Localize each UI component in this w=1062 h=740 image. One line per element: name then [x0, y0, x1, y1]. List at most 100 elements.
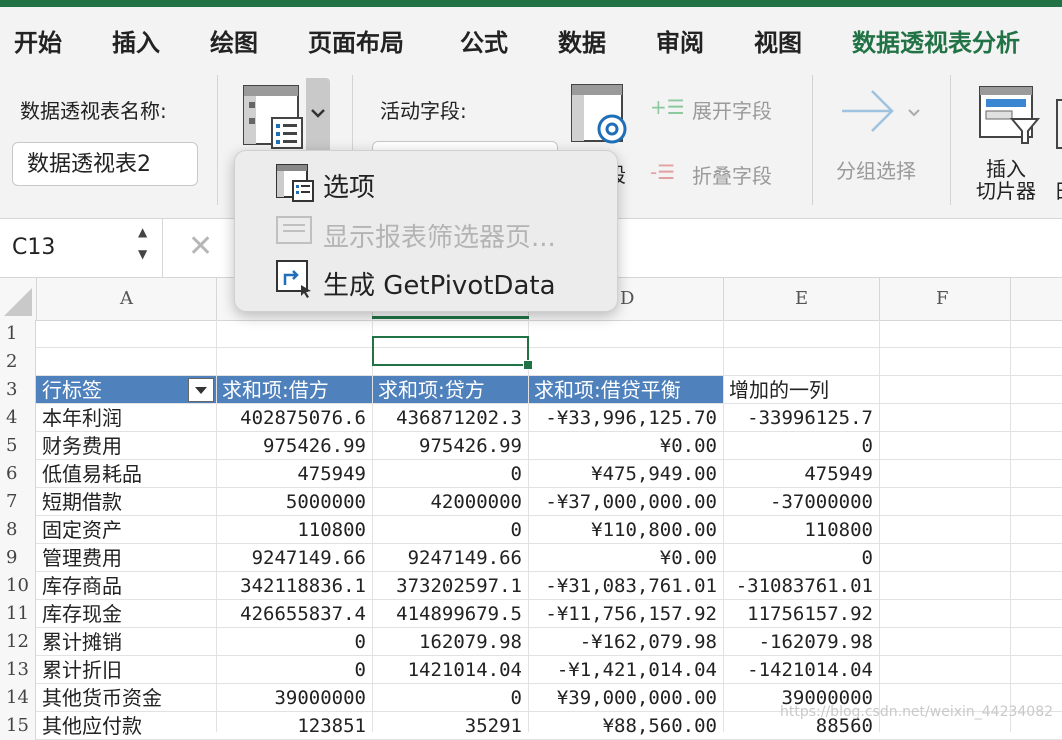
worksheet-grid[interactable]: 1 2 3 4 5 6 7 8 9 10 11 12 13 14 15 行标签 求和项:借方 求和项:贷方 求和项:… [0, 320, 1062, 740]
value-cell[interactable]: -31083761.01 [723, 572, 873, 600]
insert-slicer-button[interactable]: 插入 切片器 [972, 81, 1042, 211]
row-header[interactable]: 5 [0, 432, 36, 460]
value-cell[interactable]: -¥37,000,000.00 [528, 488, 717, 516]
tab-insert[interactable]: 插入 [112, 23, 160, 58]
value-cell[interactable]: 0 [372, 516, 522, 544]
row-label-cell[interactable]: 本年利润 [42, 404, 122, 432]
value-cell[interactable]: 373202597.1 [372, 572, 522, 600]
column-header-f[interactable]: F [936, 288, 949, 309]
row-header[interactable]: 13 [0, 656, 36, 684]
pivot-name-input[interactable]: 数据透视表2 [12, 142, 198, 186]
value-cell[interactable]: 0 [372, 684, 522, 712]
value-cell[interactable]: 162079.98 [372, 628, 522, 656]
value-cell[interactable]: 110800 [216, 516, 366, 544]
menu-item-getpivotdata[interactable]: 生成 GetPivotData [235, 255, 617, 303]
value-cell[interactable]: 475949 [723, 460, 873, 488]
value-cell[interactable]: 0 [723, 544, 873, 572]
tab-formulas[interactable]: 公式 [460, 23, 508, 58]
row-label-cell[interactable]: 库存现金 [42, 600, 122, 628]
value-cell[interactable]: -162079.98 [723, 628, 873, 656]
value-cell[interactable]: 39000000 [216, 684, 366, 712]
value-cell[interactable]: -¥31,083,761.01 [528, 572, 717, 600]
fill-handle[interactable] [523, 360, 533, 370]
row-label-cell[interactable]: 管理费用 [42, 544, 122, 572]
value-cell[interactable]: ¥39,000,000.00 [528, 684, 717, 712]
value-cell[interactable]: -¥11,756,157.92 [528, 600, 717, 628]
tab-draw[interactable]: 绘图 [210, 23, 258, 58]
row-label-cell[interactable]: 短期借款 [42, 488, 122, 516]
value-cell[interactable]: -¥162,079.98 [528, 628, 717, 656]
row-label-cell[interactable]: 低值易耗品 [42, 460, 142, 488]
value-cell[interactable]: 11756157.92 [723, 600, 873, 628]
column-header-d[interactable]: D [620, 288, 634, 309]
row-label-cell[interactable]: 固定资产 [42, 516, 122, 544]
row-header[interactable]: 10 [0, 572, 36, 600]
value-cell[interactable]: 35291 [372, 712, 522, 740]
row-labels-filter-button[interactable] [188, 378, 214, 402]
row-label-cell[interactable]: 其他应付款 [42, 712, 142, 740]
row-header[interactable]: 7 [0, 488, 36, 516]
pivot-header-balance[interactable]: 求和项:借贷平衡 [534, 376, 681, 404]
value-cell[interactable]: 123851 [216, 712, 366, 740]
value-cell[interactable]: 0 [216, 656, 366, 684]
value-cell[interactable]: 436871202.3 [372, 404, 522, 432]
row-label-cell[interactable]: 财务费用 [42, 432, 122, 460]
field-settings-button[interactable] [566, 81, 636, 151]
options-dropdown-arrow[interactable] [306, 78, 330, 154]
row-label-cell[interactable]: 累计摊销 [42, 628, 122, 656]
row-header[interactable]: 6 [0, 460, 36, 488]
row-header[interactable]: 14 [0, 684, 36, 712]
value-cell[interactable]: 402875076.6 [216, 404, 366, 432]
value-cell[interactable]: 414899679.5 [372, 600, 522, 628]
pivot-header-debit[interactable]: 求和项:借方 [222, 376, 329, 404]
row-header[interactable]: 11 [0, 600, 36, 628]
pivot-header-added-column[interactable]: 增加的一列 [729, 376, 829, 404]
spin-up-icon[interactable]: ▲ [138, 225, 147, 239]
value-cell[interactable]: 0 [372, 460, 522, 488]
value-cell[interactable]: -37000000 [723, 488, 873, 516]
insert-timeline-button[interactable]: 日 [1052, 95, 1062, 205]
value-cell[interactable]: 475949 [216, 460, 366, 488]
value-cell[interactable]: ¥0.00 [528, 432, 717, 460]
tab-review[interactable]: 审阅 [656, 23, 704, 58]
column-header-e[interactable]: E [795, 288, 808, 309]
row-header[interactable]: 2 [0, 348, 36, 376]
value-cell[interactable]: 975426.99 [372, 432, 522, 460]
cancel-icon[interactable]: ✕ [188, 229, 213, 264]
tab-home[interactable]: 开始 [14, 23, 62, 58]
row-label-cell[interactable]: 累计折旧 [42, 656, 122, 684]
value-cell[interactable]: 110800 [723, 516, 873, 544]
value-cell[interactable]: -¥33,996,125.70 [528, 404, 717, 432]
row-header[interactable]: 15 [0, 712, 36, 740]
value-cell[interactable]: 426655837.4 [216, 600, 366, 628]
spin-down-icon[interactable]: ▼ [138, 247, 147, 261]
value-cell[interactable]: 0 [723, 432, 873, 460]
name-box[interactable]: C13 ▲ ▼ [0, 219, 163, 277]
tab-data[interactable]: 数据 [558, 23, 606, 58]
row-header[interactable]: 3 [0, 376, 36, 404]
value-cell[interactable]: 1421014.04 [372, 656, 522, 684]
value-cell[interactable]: 0 [216, 628, 366, 656]
column-header-a[interactable]: A [120, 288, 133, 309]
pivot-header-credit[interactable]: 求和项:贷方 [378, 376, 485, 404]
row-header[interactable]: 1 [0, 320, 36, 348]
tab-page-layout[interactable]: 页面布局 [308, 23, 404, 58]
value-cell[interactable]: 342118836.1 [216, 572, 366, 600]
value-cell[interactable]: -33996125.7 [723, 404, 873, 432]
value-cell[interactable]: -1421014.04 [723, 656, 873, 684]
row-header[interactable]: 12 [0, 628, 36, 656]
tab-pivottable-analyze[interactable]: 数据透视表分析 [852, 23, 1020, 58]
value-cell[interactable]: -¥1,421,014.04 [528, 656, 717, 684]
menu-item-options[interactable]: 选项 [235, 157, 617, 205]
row-header[interactable]: 4 [0, 404, 36, 432]
value-cell[interactable]: 5000000 [216, 488, 366, 516]
row-header[interactable]: 8 [0, 516, 36, 544]
row-label-cell[interactable]: 库存商品 [42, 572, 122, 600]
pivot-header-row-labels[interactable]: 行标签 [42, 376, 102, 404]
value-cell[interactable]: 975426.99 [216, 432, 366, 460]
value-cell[interactable]: 9247149.66 [372, 544, 522, 572]
value-cell[interactable]: 42000000 [372, 488, 522, 516]
tab-view[interactable]: 视图 [754, 23, 802, 58]
value-cell[interactable]: ¥110,800.00 [528, 516, 717, 544]
value-cell[interactable]: ¥88,560.00 [528, 712, 717, 740]
